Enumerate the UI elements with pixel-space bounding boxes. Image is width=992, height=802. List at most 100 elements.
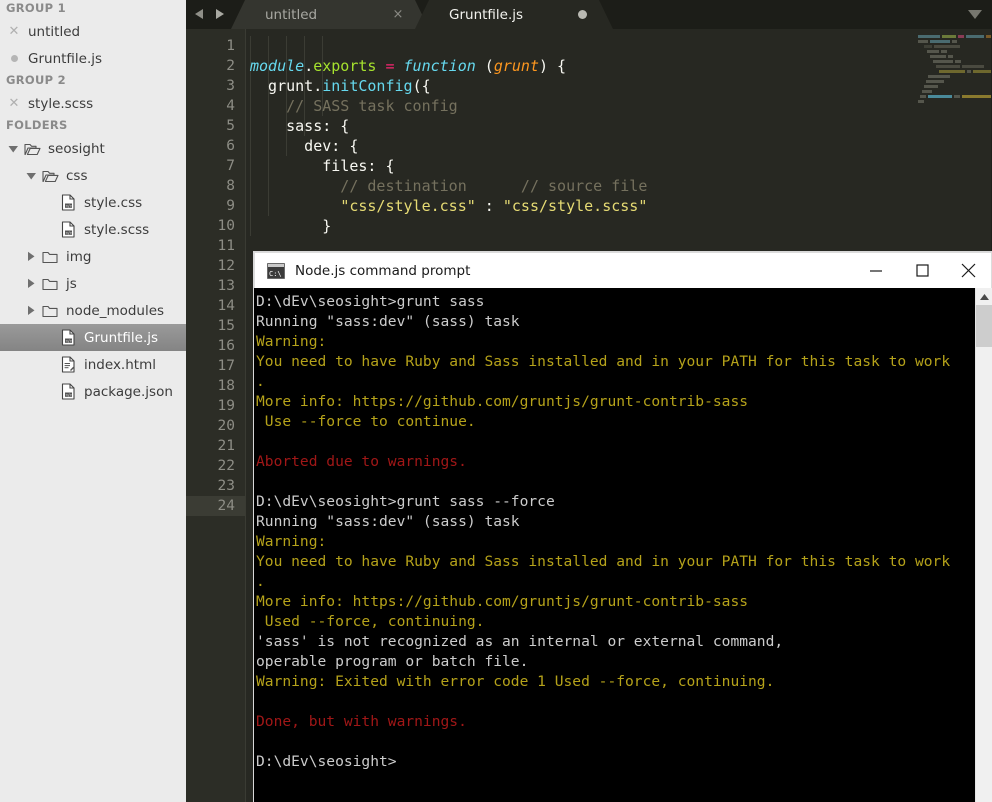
tree-file-item[interactable]: </> style.css	[0, 189, 186, 216]
editor-tab[interactable]: Gruntfile.js	[429, 0, 599, 29]
disclosure-closed-icon[interactable]	[24, 278, 38, 289]
terminal-line: Aborted due to warnings.	[256, 453, 467, 470]
minimap-segment	[918, 100, 924, 103]
source-code-lines[interactable]: module.exports = function (grunt) { grun…	[246, 29, 647, 236]
tab-close-icon[interactable]: ×	[381, 7, 415, 22]
minimap-segment	[967, 70, 971, 73]
minimap-segment	[962, 65, 984, 68]
line-number: 22	[217, 458, 235, 474]
disclosure-closed-icon[interactable]	[24, 251, 38, 262]
minimap-segment	[924, 45, 932, 48]
terminal-line: Warning: Exited with error code 1 Used -…	[256, 673, 775, 690]
terminal-line: Used --force, continuing.	[256, 613, 485, 630]
code-token: =	[385, 57, 395, 75]
svg-text:C:\: C:\	[269, 270, 282, 278]
minimap-segment	[941, 50, 947, 53]
minimize-button[interactable]	[853, 253, 899, 289]
terminal-line: Use --force to continue.	[256, 413, 476, 430]
minimap-segment	[920, 95, 926, 98]
maximize-button[interactable]	[899, 253, 945, 289]
line-number: 5	[226, 118, 235, 134]
terminal-line: Warning:	[256, 333, 327, 350]
line-number: 2	[226, 58, 235, 74]
scroll-up-icon[interactable]	[976, 288, 992, 305]
minimap-segment	[955, 60, 961, 63]
svg-text:</>: </>	[65, 393, 72, 397]
tree-item-label: node_modules	[66, 302, 165, 319]
terminal-line: .	[256, 373, 265, 390]
open-file-label: untitled	[28, 23, 81, 40]
tree-file-item[interactable]: </> Gruntfile.js	[0, 324, 186, 351]
line-number: 21	[217, 438, 235, 454]
open-file-item[interactable]: ✕ untitled	[0, 18, 186, 45]
minimap-segment	[936, 65, 960, 68]
editor-tab[interactable]: untitled ×	[245, 0, 415, 29]
minimap-segment	[966, 35, 984, 38]
minimap-line	[904, 60, 988, 63]
minimap-segment	[922, 90, 932, 93]
application-window: GROUP 1 ✕ untitled Gruntfile.js GROUP 2 ✕ styl…	[0, 0, 992, 802]
tree-folder-item[interactable]: js	[0, 270, 186, 297]
close-x-icon[interactable]: ✕	[6, 97, 22, 110]
tree-item-label: js	[66, 275, 77, 292]
sidebar-file-tree: GROUP 1 ✕ untitled Gruntfile.js GROUP 2 ✕ styl…	[0, 0, 186, 802]
open-file-item[interactable]: ✕ style.scss	[0, 90, 186, 117]
minimap-line	[904, 50, 988, 53]
disclosure-open-icon[interactable]	[6, 144, 20, 154]
chevron-down-icon[interactable]	[958, 0, 992, 29]
terminal-line: You need to have Ruby and Sass installed…	[256, 553, 951, 570]
tree-file-item[interactable]: index.html	[0, 351, 186, 378]
code-token: }	[250, 217, 332, 235]
code-token: files: {	[250, 157, 395, 175]
line-number: 20	[217, 418, 235, 434]
minimap-segment	[930, 40, 950, 43]
code-token: dev: {	[250, 137, 359, 155]
code-token: sass: {	[250, 117, 350, 135]
tree-folder-item[interactable]: node_modules	[0, 297, 186, 324]
close-button[interactable]	[945, 253, 991, 289]
tab-title: Gruntfile.js	[449, 6, 524, 23]
minimap-segment	[927, 50, 939, 53]
cmd-output-area[interactable]: D:\dEv\seosight>grunt sass Running "sass:…	[254, 288, 992, 802]
code-token: .	[304, 57, 314, 75]
svg-text:</>: </>	[65, 339, 72, 343]
line-number: 6	[226, 138, 235, 154]
tree-folder-item[interactable]: seosight	[0, 135, 186, 162]
open-file-item[interactable]: Gruntfile.js	[0, 45, 186, 72]
minimap-line	[904, 55, 988, 58]
nav-next-icon[interactable]	[214, 5, 225, 24]
terminal-line: operable program or batch file.	[256, 653, 529, 670]
code-token: ) {	[539, 57, 567, 75]
folder-icon	[40, 277, 60, 291]
line-number: 9	[226, 198, 235, 214]
node-command-prompt-window[interactable]: C:\ Node.js command prompt D:\dEv\seosig…	[254, 252, 992, 802]
disclosure-closed-icon[interactable]	[24, 305, 38, 316]
line-number: 16	[217, 338, 235, 354]
unsaved-dot-icon	[6, 55, 22, 62]
cmd-scrollbar-thumb[interactable]	[976, 305, 992, 347]
code-token: // destination // source file	[250, 177, 648, 195]
cmd-title-bar[interactable]: C:\ Node.js command prompt	[254, 252, 992, 288]
tab-nav-arrows[interactable]	[186, 0, 231, 29]
nav-prev-icon[interactable]	[194, 5, 205, 24]
folder-icon	[40, 304, 60, 318]
tree-folder-item[interactable]: css	[0, 162, 186, 189]
tree-folder-item[interactable]: img	[0, 243, 186, 270]
minimap-segment	[948, 55, 953, 58]
file-code-icon: </>	[58, 221, 78, 238]
code-token: "css/style.scss"	[502, 197, 648, 215]
tree-file-item[interactable]: </> package.json	[0, 378, 186, 405]
tab-unsaved-dot-icon	[565, 10, 599, 19]
tree-item-label: seosight	[48, 140, 105, 157]
disclosure-open-icon[interactable]	[24, 171, 38, 181]
terminal-output: D:\dEv\seosight>grunt sass Running "sass:…	[254, 288, 950, 772]
tree-item-label: css	[66, 167, 88, 184]
cmd-scrollbar[interactable]	[975, 288, 992, 802]
close-x-icon[interactable]: ✕	[6, 25, 22, 38]
open-file-label: style.scss	[28, 95, 94, 112]
tree-file-item[interactable]: </> style.scss	[0, 216, 186, 243]
terminal-line: Running "sass:dev" (sass) task	[256, 513, 520, 530]
